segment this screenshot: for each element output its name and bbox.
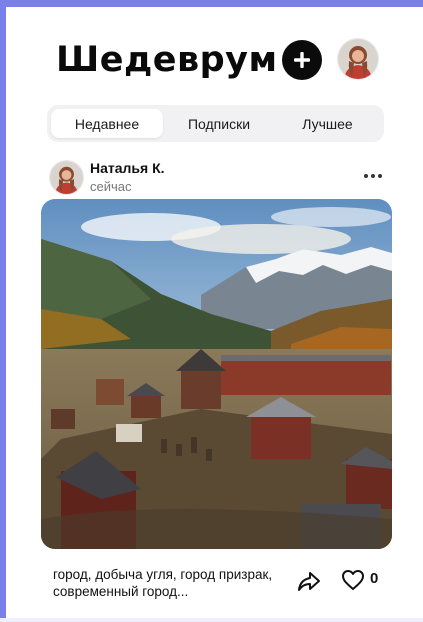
like-button[interactable] <box>341 569 365 591</box>
author-name[interactable]: Наталья К. <box>90 160 165 176</box>
post-caption: город, добыча угля, город призрак, совре… <box>53 567 273 599</box>
like-count: 0 <box>370 570 379 587</box>
heart-icon <box>342 570 364 590</box>
window-frame-bottom <box>0 618 423 622</box>
plus-icon <box>294 52 310 68</box>
more-dots-icon <box>364 174 382 178</box>
window-frame-top <box>0 0 423 7</box>
post-timestamp: сейчас <box>90 179 132 194</box>
author-avatar[interactable] <box>49 160 84 195</box>
share-arrow-icon <box>298 572 320 591</box>
share-button[interactable] <box>297 570 321 592</box>
app-header: Шедеврум <box>0 34 423 88</box>
app-title: Шедеврум <box>56 40 278 80</box>
post-image[interactable] <box>41 199 392 549</box>
tab-subscriptions[interactable]: Подписки <box>163 109 275 138</box>
tab-recent[interactable]: Недавнее <box>51 109 163 138</box>
window-frame-left <box>0 0 6 622</box>
feed-tabs: Недавнее Подписки Лучшее <box>47 105 384 142</box>
create-button[interactable] <box>282 40 322 80</box>
more-options-button[interactable] <box>362 168 384 184</box>
profile-avatar[interactable] <box>337 38 379 80</box>
tab-best[interactable]: Лучшее <box>275 109 380 138</box>
